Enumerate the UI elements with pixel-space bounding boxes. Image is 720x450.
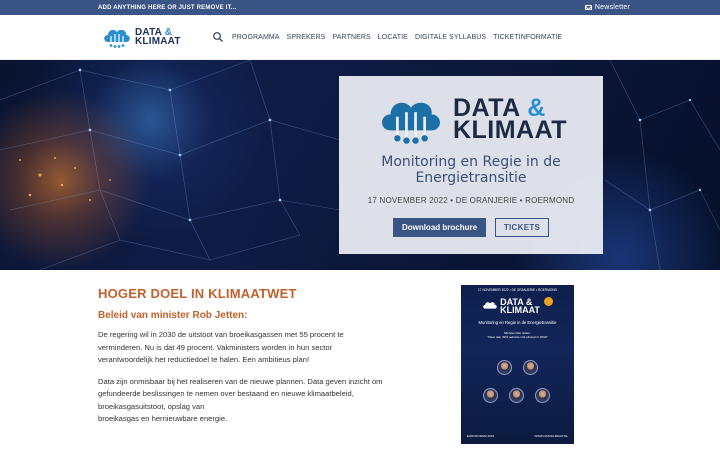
paragraph-2: Data zijn onmisbaar bij het realiseren v… [98,376,398,426]
search-icon[interactable] [212,31,224,43]
speaker-photo [483,388,498,403]
main-content: HOGER DOEL IN KLIMAATWET Beleid van mini… [0,270,720,450]
cloud-circuit-icon [381,102,440,144]
hero-buttons: Download brochure TICKETS [339,218,603,237]
nav-item-digitale-syllabus[interactable]: DIGITALE SYLLABUS [415,34,486,41]
nav-item-ticketinformatie[interactable]: TICKETINFORMATIE [493,34,562,41]
hero-logo: DATA & KLIMAAT [339,94,603,144]
download-brochure-button[interactable]: Download brochure [393,218,486,237]
paragraph-1-line: verantwoordelijk het reductiedoel te hal… [98,355,310,364]
poster-date: 17 NOVEMBER 2022 • DE ORANJERIE • ROERMO… [478,288,557,292]
paragraph-1: De regering wil in 2030 de uitstoot van … [98,329,398,367]
poster-logo-word-klimaat: KLIMAAT [500,305,540,315]
hero-card: DATA & KLIMAAT Monitoring en Regie in de… [339,76,603,254]
hero-subtitle-line2: Energietransitie [415,170,527,186]
site-logo[interactable]: DATA & KLIMAAT [102,26,194,48]
article-heading: HOGER DOEL IN KLIMAATWET [98,286,297,301]
announcement-text: ADD ANYTHING HERE OR JUST REMOVE IT... [98,4,237,11]
poster-badge [543,296,553,306]
poster-quote-line2: "Meer dan 49% reductie co2-uitstoot in 2… [487,335,548,339]
nav-item-sprekers[interactable]: SPREKERS [287,34,326,41]
event-meta: 17 NOVEMBER 2022 • DE ORANJERIE • ROERMO… [367,196,575,205]
top-bar: ADD ANYTHING HERE OR JUST REMOVE IT... N… [0,0,720,15]
event-poster-image[interactable]: 17 NOVEMBER 2022 • DE ORANJERIE • ROERMO… [461,285,574,444]
article: HOGER DOEL IN KLIMAATWET Beleid van mini… [98,286,398,426]
hero-logo-word-klimaat: KLIMAAT [452,116,568,144]
poster-title: Monitoring en Regie in de Energietransit… [478,320,557,325]
hero-logo-text: DATA & KLIMAAT [452,96,568,144]
cloud-circuit-icon [104,29,130,48]
paragraph-2-line: broeikasgas en hernieuwbare energie. [98,414,228,423]
site-header: DATA & KLIMAAT PROGRAMMA SPREKERS PARTNE… [0,15,720,60]
hero-banner: DATA & KLIMAAT Monitoring en Regie in de… [0,60,720,270]
paragraph-2-line: gefundeerde beslissingen te nemen over b… [98,389,354,398]
logo-word-klimaat: KLIMAAT [135,36,181,47]
poster-logo: DATA & KLIMAAT [461,296,574,315]
cloud-circuit-icon [483,302,497,309]
speaker-photo [523,360,538,375]
newsletter-label: Newsletter [594,4,630,11]
logo-text: DATA & KLIMAAT [135,28,181,47]
poster-quote: Minister Rob Jetten: "Meer dan 49% reduc… [461,331,574,339]
tickets-button[interactable]: TICKETS [495,218,549,237]
mail-icon [584,5,592,10]
paragraph-2-line: broeikasgasuitstoot, opslag van [98,401,205,411]
newsletter-link[interactable]: Newsletter [584,4,630,11]
nav-item-programma[interactable]: PROGRAMMA [232,34,280,41]
paragraph-1-line: verminderen. Nu is dat 49 procent. Vakmi… [98,342,333,352]
nav-item-locatie[interactable]: LOCATIE [378,34,408,41]
speaker-photo [535,388,550,403]
article-subheading: Beleid van minister Rob Jetten: [98,310,248,321]
poster-footer: EUROFORUM 2022 [467,434,495,438]
main-nav: PROGRAMMA SPREKERS PARTNERS LOCATIE DIGI… [212,31,562,43]
paragraph-2-line: Data zijn onmisbaar bij het realiseren v… [98,376,383,386]
hero-subtitle-line1: Monitoring en Regie in de [381,154,561,170]
speaker-photo [497,360,512,375]
nav-item-partners[interactable]: PARTNERS [333,34,371,41]
speaker-photo [509,388,524,403]
hero-subtitle: Monitoring en Regie in de Energietransit… [339,154,603,186]
paragraph-1-line: De regering wil in 2030 de uitstoot van … [98,330,344,339]
poster-logo-text: DATA & KLIMAAT [500,298,540,315]
poster-url: WWW.DATAKLIMAAT.NL [534,434,568,438]
